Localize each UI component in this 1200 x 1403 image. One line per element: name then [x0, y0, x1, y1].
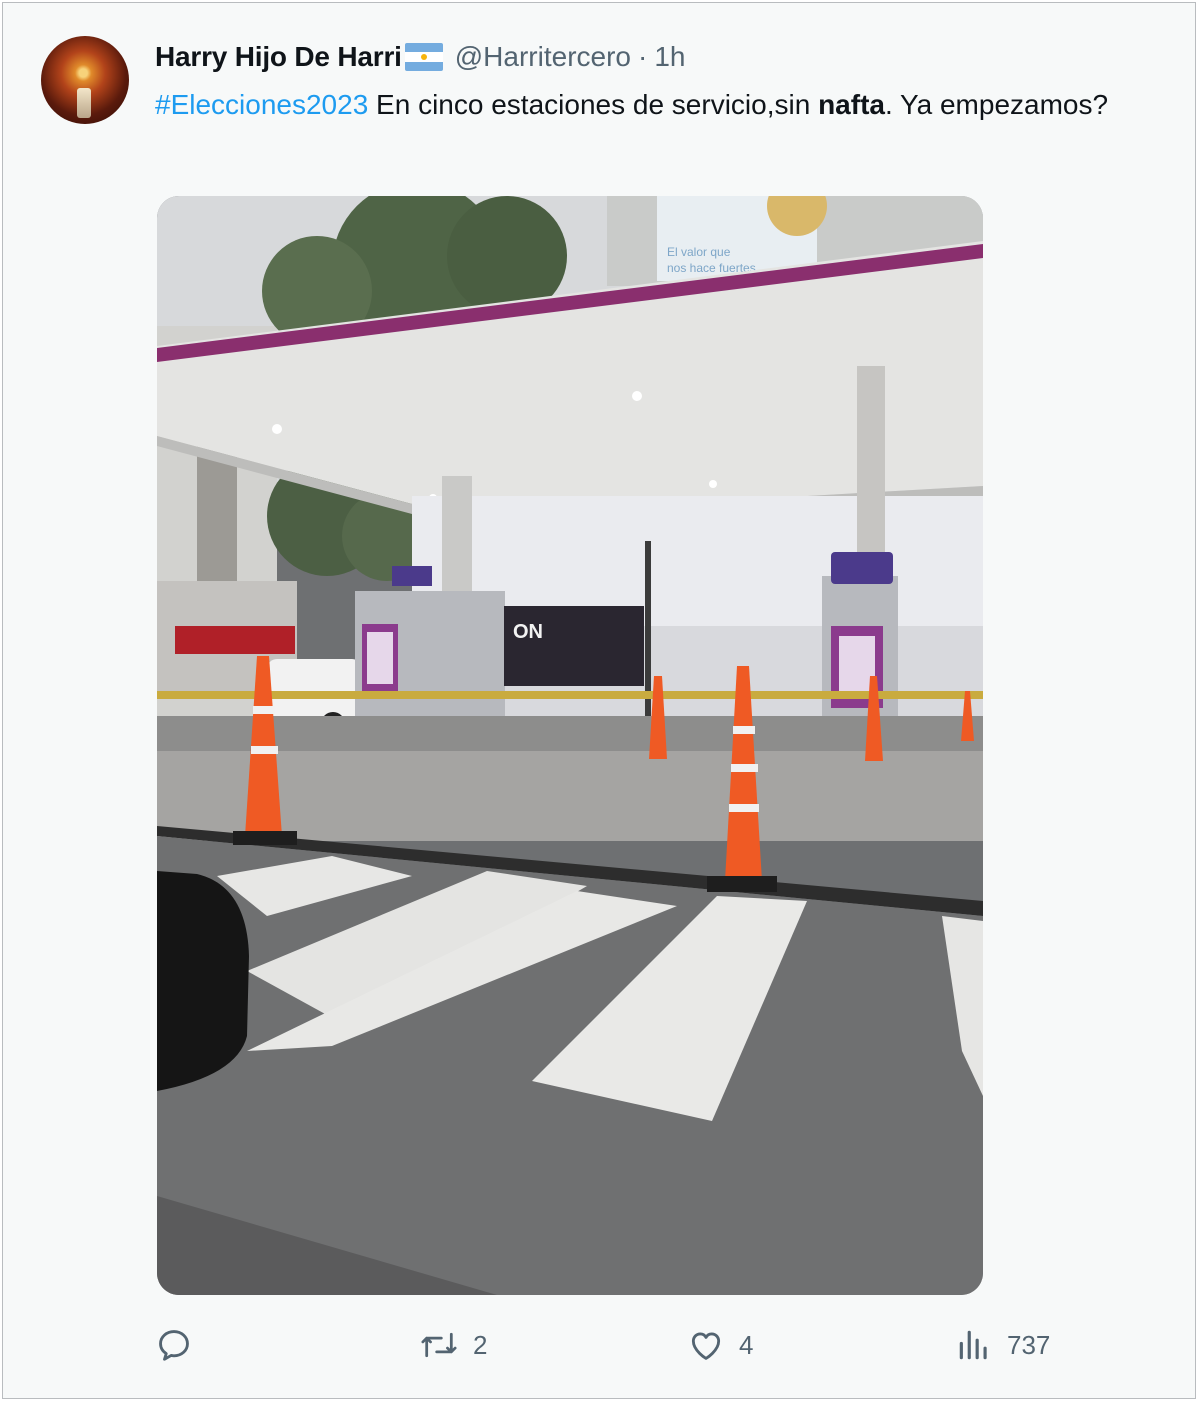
avatar-figure [77, 88, 91, 118]
reply-button[interactable] [155, 1319, 207, 1371]
tweet-text-bold: nafta [818, 89, 885, 120]
tweet-photo[interactable]: El valor que nos hace fuertes ON [157, 196, 983, 1295]
author-handle[interactable]: @Harritercero [455, 41, 631, 73]
avatar[interactable] [41, 36, 129, 124]
tweet-text-part2: . Ya empezamos? [884, 89, 1109, 120]
heart-icon [691, 1332, 721, 1360]
billboard-line1: El valor que [667, 245, 731, 259]
like-count: 4 [739, 1329, 754, 1360]
views-button[interactable]: 737 [955, 1319, 1050, 1371]
tweet-text-part1: En cinco estaciones de servicio,sin [368, 89, 819, 120]
retweet-button[interactable]: 2 [419, 1319, 487, 1371]
like-button[interactable]: 4 [687, 1319, 753, 1371]
tweet-header: Harry Hijo De Harri @Harritercero · 1h [155, 39, 685, 75]
tweet-text: #Elecciones2023 En cinco estaciones de s… [155, 83, 1115, 126]
tweet-card[interactable]: Harry Hijo De Harri @Harritercero · 1h #… [2, 2, 1196, 1399]
reply-icon [159, 1330, 189, 1361]
views-bar-chart-icon [959, 1330, 987, 1360]
argentina-flag-icon [404, 43, 443, 71]
gas-station-photo: El valor que nos hace fuertes ON [157, 196, 983, 1295]
hashtag-link[interactable]: #Elecciones2023 [155, 89, 368, 120]
separator-dot: · [637, 41, 648, 72]
ad-text: ON [513, 621, 543, 643]
tweet-time[interactable]: 1h [654, 41, 685, 73]
tweet-actions: 2 4 737 [155, 1319, 1065, 1371]
retweet-count: 2 [473, 1329, 488, 1360]
retweet-icon [421, 1332, 457, 1358]
author-name[interactable]: Harry Hijo De Harri [155, 41, 402, 73]
views-count: 737 [1007, 1329, 1051, 1360]
